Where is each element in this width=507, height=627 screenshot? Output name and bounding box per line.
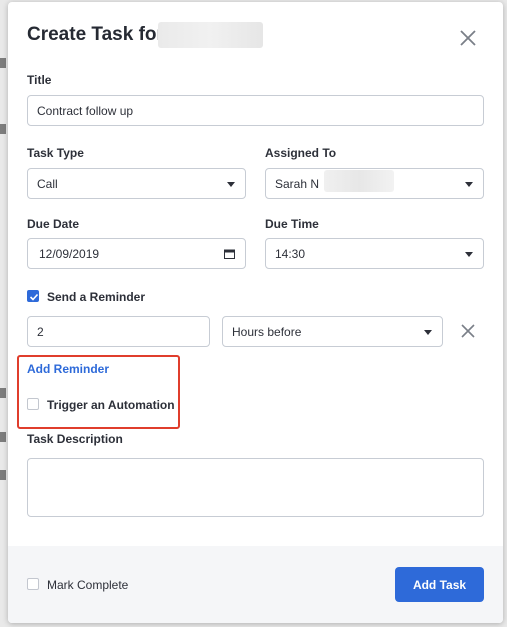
send-reminder-label: Send a Reminder [47,290,146,304]
due-time-label: Due Time [265,217,319,231]
backdrop-fragment [0,124,6,134]
reminder-amount-input[interactable]: 2 [27,316,210,347]
title-input-value: Contract follow up [37,103,134,118]
highlight-annotation [17,355,180,429]
chevron-down-icon [465,181,473,187]
create-task-modal: Create Task for Title Contract follow up… [8,2,503,623]
reminder-amount-value: 2 [37,324,44,339]
mark-complete-label: Mark Complete [47,578,129,592]
assigned-to-label: Assigned To [265,146,337,160]
chevron-down-icon [424,329,432,335]
task-description-textarea[interactable] [27,458,484,517]
due-date-value: 12/09/2019 [39,246,100,261]
remove-reminder-icon[interactable] [459,322,477,340]
due-date-label: Due Date [27,217,80,231]
title-label: Title [27,73,52,87]
due-time-value: 14:30 [275,246,306,261]
task-type-value: Call [37,176,58,191]
reminder-unit-value: Hours before [232,324,302,339]
backdrop-fragment [0,470,6,480]
add-task-button[interactable]: Add Task [395,567,484,602]
due-date-input[interactable]: 12/09/2019 [27,238,246,269]
send-reminder-checkbox[interactable] [27,290,39,302]
redacted-assignee-surname [324,170,394,192]
task-description-label: Task Description [27,432,123,446]
title-input[interactable]: Contract follow up [27,95,484,126]
chevron-down-icon [465,251,473,257]
check-icon [29,293,39,301]
due-time-select[interactable]: 14:30 [265,238,484,269]
redacted-contact-name [158,22,263,48]
task-type-select[interactable]: Call [27,168,246,199]
close-icon[interactable] [456,26,480,50]
backdrop-fragment [0,432,6,442]
task-type-label: Task Type [27,146,84,160]
mark-complete-checkbox[interactable] [27,578,39,590]
assigned-to-value: Sarah N [275,176,320,191]
chevron-down-icon [227,181,235,187]
reminder-unit-select[interactable]: Hours before [222,316,443,347]
calendar-icon[interactable] [224,249,235,259]
backdrop-fragment [0,388,6,398]
modal-title: Create Task for [27,24,164,45]
backdrop-fragment [0,58,6,68]
